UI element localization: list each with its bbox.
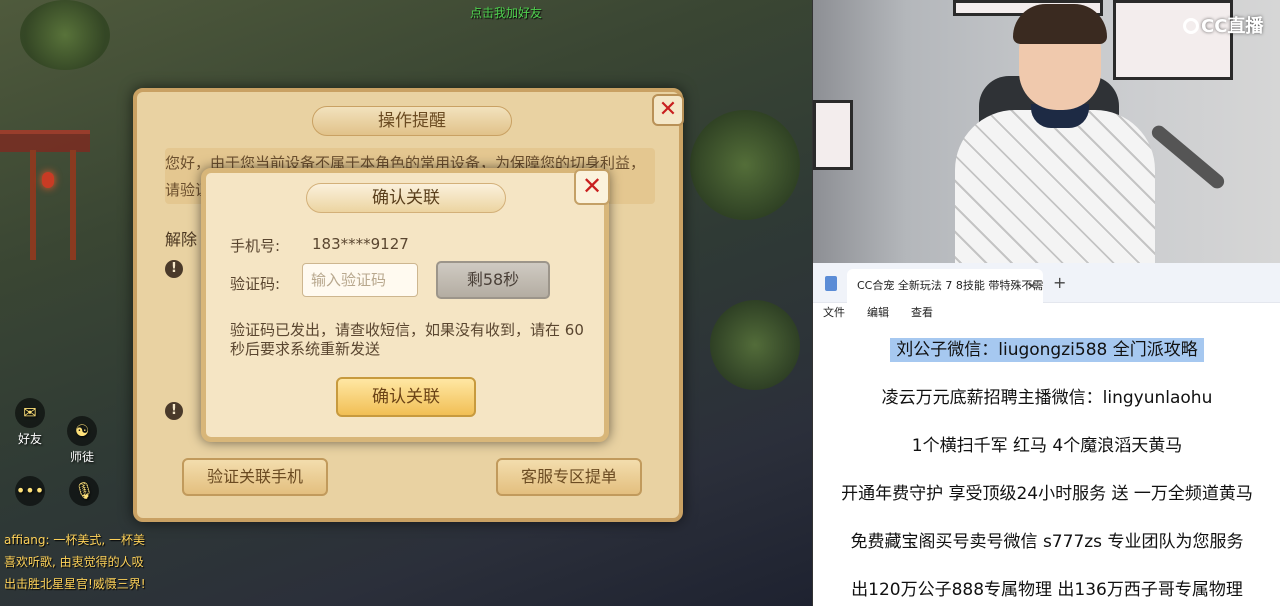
notepad-icon bbox=[825, 276, 837, 291]
building-post bbox=[70, 150, 76, 260]
text-line: 出120万公子888专属物理 出136万西子哥专属物理 bbox=[851, 580, 1243, 600]
webcam-feed: CC直播 bbox=[813, 0, 1280, 263]
microphone bbox=[1149, 122, 1227, 192]
close-button[interactable]: ✕ bbox=[574, 169, 610, 205]
tree bbox=[690, 110, 800, 220]
master-icon: ☯ bbox=[67, 416, 97, 446]
confirm-link-dialog: 确认关联 ✕ 手机号: 183****9127 验证码: 剩58秒 验证码已发出… bbox=[201, 168, 610, 442]
chat-line: 出击胜北星星官!威慑三界! bbox=[4, 577, 146, 591]
tab-document[interactable]: CC合宠 全新玩法 7 8技能 带特殊不需 ✕ bbox=[847, 269, 1043, 303]
menu-view[interactable]: 查看 bbox=[911, 303, 933, 327]
text-line: 1个横扫千军 红马 4个魔浪滔天黄马 bbox=[911, 436, 1183, 456]
confirm-link-button[interactable]: 确认关联 bbox=[336, 377, 476, 417]
right-panel: CC直播 CC合宠 全新玩法 7 8技能 带特殊不需 ✕ + 文件 编辑 查看 … bbox=[812, 0, 1280, 606]
chat-bubble-icon: ••• bbox=[15, 476, 45, 506]
text-line: 开通年费守护 享受顶级24小时服务 送 一万全频道黄马 bbox=[841, 484, 1253, 504]
text-line: 刘公子微信：liugongzi588 全门派攻略 bbox=[813, 335, 1280, 362]
friends-label: 好友 bbox=[17, 432, 42, 446]
mail-icon: ✉ bbox=[15, 398, 45, 428]
chat-button[interactable]: ••• bbox=[10, 476, 50, 508]
menu-file[interactable]: 文件 bbox=[823, 303, 845, 327]
tab-bar: CC合宠 全新玩法 7 8技能 带特殊不需 ✕ + bbox=[813, 263, 1280, 303]
menu-edit[interactable]: 编辑 bbox=[867, 303, 889, 327]
phone-label: 手机号: bbox=[230, 237, 281, 255]
customer-service-button[interactable]: 客服专区提单 bbox=[496, 458, 642, 496]
tab-close-icon[interactable]: ✕ bbox=[1027, 269, 1037, 303]
voice-button[interactable]: 🎙 bbox=[64, 476, 104, 508]
master-button[interactable]: ☯ 师徒 bbox=[62, 416, 102, 465]
logo-icon bbox=[1183, 18, 1199, 34]
verify-phone-button[interactable]: 验证关联手机 bbox=[182, 458, 328, 496]
close-icon: ✕ bbox=[658, 97, 678, 122]
tab-title: CC合宠 全新玩法 7 8技能 带特殊不需 bbox=[857, 279, 1043, 292]
close-icon: ✕ bbox=[581, 172, 603, 200]
building-roof bbox=[0, 130, 90, 152]
streamer-torso bbox=[955, 110, 1155, 263]
verification-code-input[interactable] bbox=[302, 263, 418, 297]
unlink-section-label: 解除 bbox=[165, 230, 198, 249]
warning-icon: ! bbox=[165, 402, 183, 420]
dialog-title: 操作提醒 bbox=[312, 106, 512, 136]
microphone-icon: 🎙 bbox=[69, 476, 99, 506]
warning-icon: ! bbox=[165, 260, 183, 278]
dialog-title: 确认关联 bbox=[306, 183, 506, 213]
wall-frame bbox=[813, 100, 853, 170]
chat-line: affiang: 一杯美式, 一杯美 bbox=[4, 533, 146, 547]
text-line: 免费藏宝阁买号卖号微信 s777zs 专业团队为您服务 bbox=[850, 532, 1244, 552]
menu-bar: 文件 编辑 查看 bbox=[813, 303, 1280, 327]
friends-button[interactable]: ✉ 好友 bbox=[10, 398, 50, 447]
resend-countdown-button[interactable]: 剩58秒 bbox=[436, 261, 550, 299]
new-tab-button[interactable]: + bbox=[1053, 273, 1066, 292]
code-label: 验证码: bbox=[230, 275, 281, 293]
streamer-hair bbox=[1013, 4, 1107, 44]
stream-logo: CC直播 bbox=[1183, 12, 1263, 38]
lantern bbox=[42, 172, 54, 188]
text-line: 凌云万元底薪招聘主播微信：lingyunlaohu bbox=[881, 388, 1213, 408]
phone-number: 183****9127 bbox=[312, 235, 409, 253]
building-post bbox=[30, 150, 36, 260]
game-view: 点击我加好友 ✉ 好友 ••• 🎙 ☯ 师徒 affiang: 一杯美式, 一杯… bbox=[0, 0, 812, 606]
tree bbox=[20, 0, 110, 70]
chat-line: 喜欢听歌, 由衷觉得的人吸 bbox=[4, 555, 144, 569]
game-top-text: 点击我加好友 bbox=[470, 6, 543, 20]
sms-notice: 验证码已发出，请查收短信，如果没有收到，请在 60 秒后要求系统重新发送 bbox=[230, 321, 584, 358]
highlighted-text: 刘公子微信：liugongzi588 全门派攻略 bbox=[890, 338, 1204, 362]
logo-text: CC直播 bbox=[1201, 16, 1264, 37]
master-label: 师徒 bbox=[69, 450, 94, 464]
tree bbox=[710, 300, 800, 390]
notepad-window: CC合宠 全新玩法 7 8技能 带特殊不需 ✕ + 文件 编辑 查看 刘公子微信… bbox=[813, 263, 1280, 606]
close-button[interactable]: ✕ bbox=[652, 94, 684, 126]
